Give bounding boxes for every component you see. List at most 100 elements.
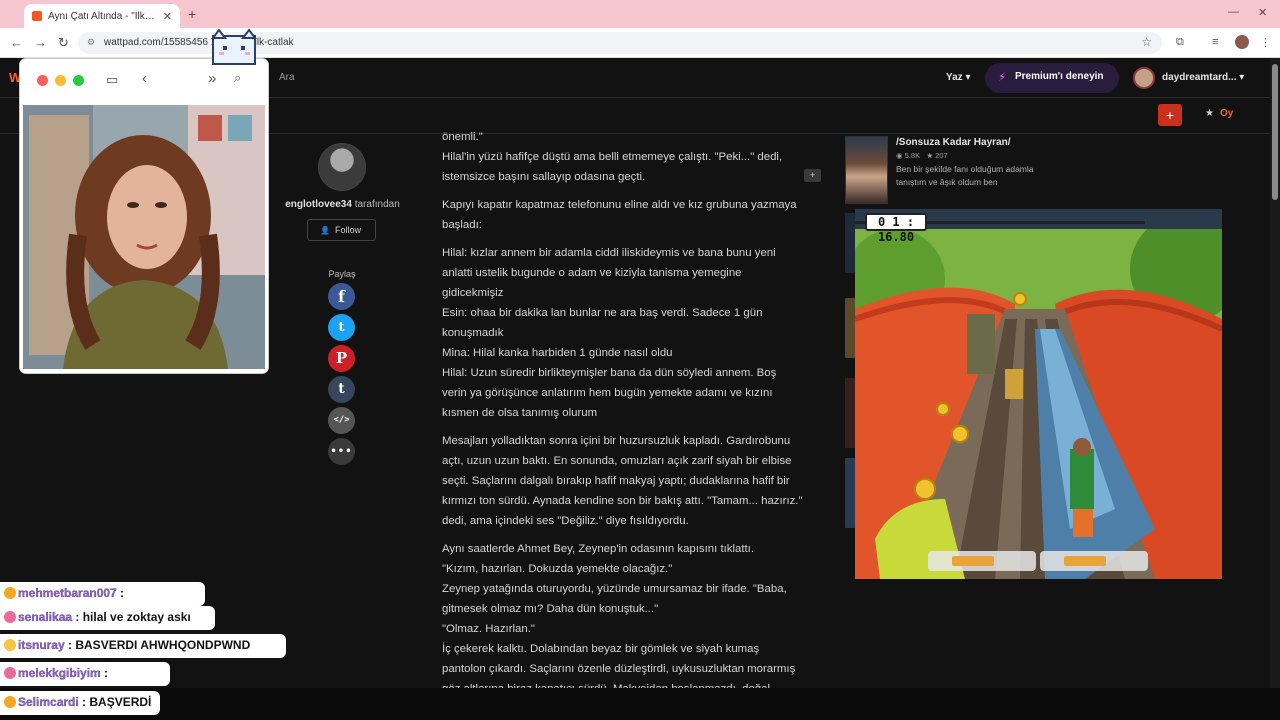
eye-icon: ◉ bbox=[896, 151, 905, 160]
scrollbar-thumb[interactable] bbox=[1272, 64, 1278, 200]
chat-text: : BAŞVERDİ bbox=[78, 695, 152, 709]
wattpad-favicon-icon bbox=[32, 11, 42, 21]
vote-button[interactable]: ★ Oy bbox=[1205, 108, 1233, 119]
chat-badge-icon bbox=[4, 611, 16, 623]
tab-search-icon[interactable]: ≡ bbox=[1212, 36, 1218, 48]
pixel-cat-sticker-icon bbox=[211, 28, 257, 65]
site-info-icon[interactable]: ⚙ bbox=[87, 37, 95, 48]
browser-tab-active[interactable]: Aynı Çatı Altında - "İlk çatlak" ✕ bbox=[24, 4, 180, 28]
more-options-icon[interactable]: ••• bbox=[328, 438, 355, 465]
extensions-icon[interactable]: ⧉ bbox=[1176, 36, 1184, 49]
chat-username: itsnuray bbox=[18, 638, 65, 652]
author-name[interactable]: englotlovee34 bbox=[285, 199, 352, 210]
chat-username: senalikaa bbox=[18, 610, 73, 624]
browser-profile-avatar[interactable] bbox=[1235, 35, 1249, 49]
chat-message: Selimcardi : BAŞVERDİ bbox=[0, 691, 160, 715]
vote-label: Oy bbox=[1219, 108, 1234, 119]
powerup-meter bbox=[1040, 551, 1148, 571]
streamer-figure bbox=[23, 105, 265, 369]
double-chevron-icon[interactable]: » bbox=[208, 70, 216, 87]
add-to-list-button[interactable]: + bbox=[1158, 104, 1182, 126]
reload-icon[interactable]: ↻ bbox=[58, 35, 69, 51]
recommendation-stats: ◉ 5.8K ★ 207 bbox=[896, 151, 948, 160]
facebook-share-icon[interactable]: f bbox=[328, 283, 355, 310]
recommendation-title[interactable]: /Sonsuza Kadar Hayran/ bbox=[896, 137, 1010, 148]
forward-icon[interactable]: → bbox=[34, 35, 47, 50]
powerup-meter bbox=[928, 551, 1036, 571]
story-paragraph: Mesajları yolladıktan sonra içini bir hu… bbox=[442, 435, 803, 527]
close-tab-icon[interactable]: ✕ bbox=[163, 10, 172, 23]
chat-text: : bbox=[116, 586, 125, 600]
story-text: önemli." Hilal'in yüzü hafifçe düştü ama … bbox=[442, 127, 804, 688]
recommendation-cover-partial[interactable] bbox=[845, 378, 855, 448]
gameplay-scene bbox=[855, 209, 1222, 579]
search-icon[interactable]: ⌕ bbox=[234, 70, 241, 86]
vote-count: 207 bbox=[935, 151, 948, 160]
recommendation-cover-partial[interactable] bbox=[845, 213, 855, 273]
run-timer: 0 1 : 16.80 bbox=[865, 213, 927, 244]
add-user-icon: 👤 bbox=[320, 226, 330, 235]
inline-comment-icon[interactable]: + bbox=[804, 169, 821, 182]
write-menu[interactable]: Yaz ▾ bbox=[946, 72, 970, 83]
chat-badge-icon bbox=[4, 696, 16, 708]
recommendation-cover-partial[interactable] bbox=[845, 458, 855, 528]
back-chevron-icon[interactable]: ‹ bbox=[142, 70, 147, 87]
chat-badge-icon bbox=[4, 667, 16, 679]
chat-badge-icon bbox=[4, 639, 16, 651]
follow-button[interactable]: 👤 Follow bbox=[307, 219, 376, 241]
comment-count: + bbox=[809, 170, 816, 180]
close-window-icon[interactable]: ✕ bbox=[1258, 6, 1267, 19]
chat-text: : bbox=[100, 666, 109, 680]
tumblr-share-icon[interactable]: t bbox=[328, 376, 355, 403]
premium-button[interactable]: ⚡ Premium'ı deneyin bbox=[985, 63, 1119, 93]
chat-username: Selimcardi bbox=[18, 695, 79, 709]
close-dot-icon[interactable] bbox=[37, 75, 48, 86]
streamer-camera bbox=[23, 105, 265, 369]
story-paragraph: Hilal: kızlar annem bir adamla ciddi ili… bbox=[442, 247, 777, 419]
chat-text: : hilal ve zoktay askı bbox=[72, 610, 191, 624]
recommendation-cover[interactable] bbox=[845, 136, 888, 204]
user-avatar[interactable] bbox=[1133, 67, 1155, 89]
powerup-bar bbox=[952, 556, 994, 566]
gameplay-video: 0 1 : 16.80 bbox=[855, 209, 1222, 579]
zoom-dot-icon[interactable] bbox=[73, 75, 84, 86]
taskbar bbox=[0, 688, 1280, 720]
new-tab-icon[interactable]: + bbox=[188, 6, 196, 22]
chat-message: senalikaa : hilal ve zoktay askı bbox=[0, 606, 215, 630]
menu-icon[interactable]: ⋮ bbox=[1260, 36, 1271, 49]
sidebar-icon[interactable]: ▭ bbox=[106, 72, 118, 88]
premium-label: Premium'ı deneyin bbox=[1015, 71, 1104, 82]
page-scrollbar[interactable] bbox=[1270, 58, 1280, 688]
story-paragraph: Aynı saatlerde Ahmet Bey, Zeynep'in odas… bbox=[442, 543, 796, 688]
share-label: Paylaş bbox=[328, 269, 356, 279]
view-count: 5.8K bbox=[904, 151, 921, 160]
minimize-icon[interactable]: — bbox=[1228, 6, 1239, 18]
url-text: wattpad.com/15585456 ... altinda-ilk-cat… bbox=[104, 37, 294, 48]
bolt-icon: ⚡ bbox=[998, 70, 1007, 84]
chat-username: melekkgibiyim bbox=[18, 666, 101, 680]
star-icon: ★ bbox=[1205, 108, 1214, 119]
story-paragraph: önemli." Hilal'in yüzü hafifçe düştü ama … bbox=[442, 131, 783, 183]
username-menu[interactable]: daydreamtard... ▾ bbox=[1162, 72, 1244, 83]
chat-badge-icon bbox=[4, 587, 16, 599]
chat-message: mehmetbaran007 : bbox=[0, 582, 205, 606]
twitter-share-icon[interactable]: t bbox=[328, 314, 355, 341]
author-suffix: tarafından bbox=[351, 199, 400, 210]
story-paragraph: Kapıyı kapatır kapatmaz telefonunu eline… bbox=[442, 199, 797, 231]
minimize-dot-icon[interactable] bbox=[55, 75, 66, 86]
star-icon: ★ bbox=[926, 151, 936, 160]
browser-tab-strip: Aynı Çatı Altında - "İlk çatlak" ✕ + — ✕ bbox=[0, 0, 1280, 28]
author-byline: englotlovee34 tarafından bbox=[250, 199, 435, 210]
author-avatar[interactable] bbox=[318, 143, 366, 191]
embed-icon[interactable]: </> bbox=[328, 407, 355, 434]
browser-toolbar: ← → ↻ ⚙ wattpad.com/15585456 ... altinda… bbox=[0, 28, 1280, 58]
search-label[interactable]: Ara bbox=[279, 72, 295, 83]
chat-message: melekkgibiyim : bbox=[0, 662, 170, 686]
bookmark-star-icon[interactable]: ☆ bbox=[1141, 35, 1152, 49]
chat-message: itsnuray : BASVERDI AHWHQONDPWND bbox=[0, 634, 286, 658]
recommendation-cover-partial[interactable] bbox=[845, 298, 855, 358]
pinterest-share-icon[interactable]: P bbox=[328, 345, 355, 372]
chat-username: mehmetbaran007 bbox=[18, 586, 117, 600]
tab-title: Aynı Çatı Altında - "İlk çatlak" bbox=[48, 10, 157, 22]
back-icon[interactable]: ← bbox=[10, 35, 23, 50]
